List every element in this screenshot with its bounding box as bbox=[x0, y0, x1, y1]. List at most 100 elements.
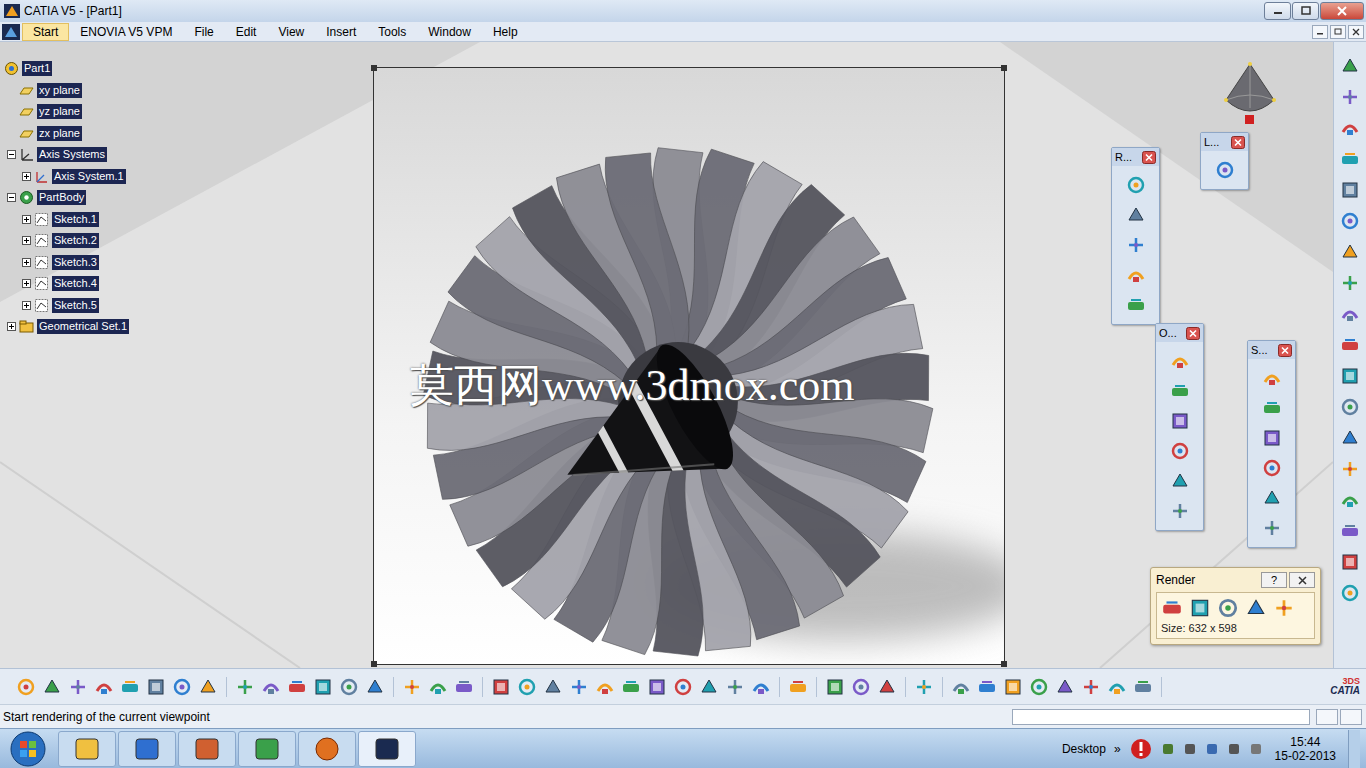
tool-icon[interactable] bbox=[1126, 295, 1146, 315]
dialog-close-button[interactable] bbox=[1289, 572, 1315, 588]
right-tool-icon[interactable] bbox=[1340, 583, 1360, 603]
menu-item[interactable]: Start bbox=[22, 23, 69, 41]
expand-icon[interactable] bbox=[22, 301, 31, 310]
tool-icon[interactable] bbox=[1215, 160, 1235, 180]
right-tool-icon[interactable] bbox=[1340, 459, 1360, 479]
tool-icon[interactable] bbox=[1170, 441, 1190, 461]
toolbar-title-bar[interactable]: O... bbox=[1156, 324, 1203, 342]
bottom-tool-icon[interactable] bbox=[621, 677, 641, 697]
tool-icon[interactable] bbox=[1170, 381, 1190, 401]
bottom-tool-icon[interactable] bbox=[454, 677, 474, 697]
taskbar-app[interactable] bbox=[118, 731, 176, 767]
taskbar-app[interactable] bbox=[238, 731, 296, 767]
bottom-tool-icon[interactable] bbox=[751, 677, 771, 697]
floating-toolbar[interactable]: L... bbox=[1200, 132, 1249, 190]
bottom-tool-icon[interactable] bbox=[825, 677, 845, 697]
right-tool-icon[interactable] bbox=[1340, 304, 1360, 324]
bottom-tool-icon[interactable] bbox=[94, 677, 114, 697]
bottom-tool-icon[interactable] bbox=[725, 677, 745, 697]
desktop-toolbar-label[interactable]: Desktop bbox=[1062, 740, 1106, 758]
toolbar-close-icon[interactable] bbox=[1142, 151, 1156, 164]
bottom-tool-icon[interactable] bbox=[1003, 677, 1023, 697]
bottom-tool-icon[interactable] bbox=[877, 677, 897, 697]
tree-item[interactable]: Axis System.1 bbox=[0, 166, 129, 188]
toolbar-title-bar[interactable]: R... bbox=[1112, 148, 1159, 166]
tree-item-label[interactable]: yz plane bbox=[37, 104, 82, 119]
tree-item[interactable]: Sketch.5 bbox=[0, 295, 129, 317]
expand-icon[interactable] bbox=[22, 215, 31, 224]
toolbar-chevron[interactable]: » bbox=[1114, 740, 1121, 758]
collapse-icon[interactable] bbox=[7, 150, 16, 159]
tree-item[interactable]: Sketch.1 bbox=[0, 209, 129, 231]
alert-icon[interactable] bbox=[1129, 737, 1153, 761]
bottom-tool-icon[interactable] bbox=[1055, 677, 1075, 697]
tool-icon[interactable] bbox=[1170, 351, 1190, 371]
menu-item[interactable]: File bbox=[183, 23, 224, 41]
resize-handle[interactable] bbox=[371, 65, 377, 71]
right-tool-icon[interactable] bbox=[1340, 397, 1360, 417]
tool-icon[interactable] bbox=[1170, 501, 1190, 521]
right-tool-icon[interactable] bbox=[1340, 521, 1360, 541]
menu-item[interactable]: Tools bbox=[367, 23, 417, 41]
bottom-tool-icon[interactable] bbox=[172, 677, 192, 697]
menu-item[interactable]: Insert bbox=[315, 23, 367, 41]
tray-icon[interactable] bbox=[1183, 742, 1197, 756]
right-tool-icon[interactable] bbox=[1340, 366, 1360, 386]
clock[interactable]: 15:4415-02-2013 bbox=[1271, 735, 1340, 763]
tree-item[interactable]: PartBody bbox=[0, 187, 129, 209]
bottom-tool-icon[interactable] bbox=[1107, 677, 1127, 697]
status-button[interactable] bbox=[1316, 709, 1338, 725]
render-tool-icon[interactable] bbox=[1189, 597, 1211, 619]
tool-icon[interactable] bbox=[1262, 368, 1282, 388]
close-button[interactable] bbox=[1320, 2, 1364, 20]
tool-icon[interactable] bbox=[1126, 265, 1146, 285]
bottom-tool-icon[interactable] bbox=[16, 677, 36, 697]
tree-item[interactable]: Part1 bbox=[0, 58, 129, 80]
tree-item[interactable]: Sketch.3 bbox=[0, 252, 129, 274]
bottom-tool-icon[interactable] bbox=[595, 677, 615, 697]
minimize-button[interactable] bbox=[1264, 2, 1291, 20]
command-input[interactable] bbox=[1012, 709, 1310, 725]
tool-icon[interactable] bbox=[1170, 411, 1190, 431]
resize-handle[interactable] bbox=[1001, 65, 1007, 71]
tree-item-label[interactable]: zx plane bbox=[37, 126, 82, 141]
render-dialog[interactable]: Render?Size: 632 x 598 bbox=[1150, 567, 1321, 645]
bottom-tool-icon[interactable] bbox=[647, 677, 667, 697]
taskbar-app[interactable] bbox=[298, 731, 356, 767]
bottom-tool-icon[interactable] bbox=[851, 677, 871, 697]
tray-icon[interactable] bbox=[1249, 742, 1263, 756]
help-button[interactable]: ? bbox=[1261, 572, 1287, 588]
tray-icon[interactable] bbox=[1161, 742, 1175, 756]
bottom-tool-icon[interactable] bbox=[261, 677, 281, 697]
tree-item[interactable]: zx plane bbox=[0, 123, 129, 145]
expand-icon[interactable] bbox=[22, 279, 31, 288]
expand-icon[interactable] bbox=[22, 172, 31, 181]
collapse-icon[interactable] bbox=[7, 193, 16, 202]
menu-item[interactable]: View bbox=[267, 23, 315, 41]
status-button[interactable] bbox=[1340, 709, 1362, 725]
tree-item-label[interactable]: xy plane bbox=[37, 83, 82, 98]
bottom-tool-icon[interactable] bbox=[788, 677, 808, 697]
floating-toolbar[interactable]: R... bbox=[1111, 147, 1160, 325]
bottom-tool-icon[interactable] bbox=[543, 677, 563, 697]
bottom-tool-icon[interactable] bbox=[198, 677, 218, 697]
toolbar-title-bar[interactable]: S... bbox=[1248, 341, 1295, 359]
taskbar-app[interactable] bbox=[58, 731, 116, 767]
tree-item[interactable]: yz plane bbox=[0, 101, 129, 123]
compass-icon[interactable] bbox=[1218, 60, 1282, 136]
bottom-tool-icon[interactable] bbox=[914, 677, 934, 697]
tree-item-label[interactable]: Sketch.4 bbox=[52, 276, 99, 291]
resize-handle[interactable] bbox=[1001, 661, 1007, 667]
start-orb-icon[interactable] bbox=[8, 730, 48, 768]
bottom-tool-icon[interactable] bbox=[402, 677, 422, 697]
bottom-tool-icon[interactable] bbox=[120, 677, 140, 697]
tray-icon[interactable] bbox=[1227, 742, 1241, 756]
tree-item-label[interactable]: Axis Systems bbox=[37, 147, 107, 162]
bottom-tool-icon[interactable] bbox=[1133, 677, 1153, 697]
bottom-tool-icon[interactable] bbox=[517, 677, 537, 697]
bottom-tool-icon[interactable] bbox=[569, 677, 589, 697]
doc-close-button[interactable] bbox=[1348, 25, 1364, 39]
tool-icon[interactable] bbox=[1126, 175, 1146, 195]
right-tool-icon[interactable] bbox=[1340, 180, 1360, 200]
expand-icon[interactable] bbox=[7, 322, 16, 331]
